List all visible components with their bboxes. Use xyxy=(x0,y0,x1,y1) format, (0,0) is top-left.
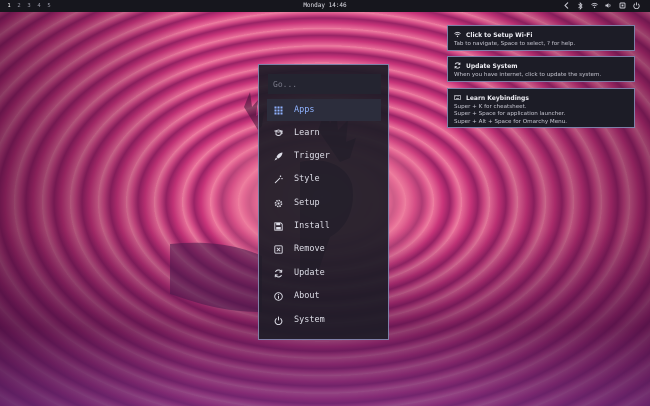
wifi-icon xyxy=(454,31,461,41)
menu-item-system[interactable]: System xyxy=(267,309,381,331)
menu-item-about[interactable]: About xyxy=(267,285,381,307)
menu-item-style[interactable]: Style xyxy=(267,168,381,190)
menu-item-label: Remove xyxy=(294,244,325,254)
menu-item-learn[interactable]: Learn xyxy=(267,122,381,144)
menu-item-label: Trigger xyxy=(294,151,330,161)
keyboard-icon xyxy=(454,94,461,104)
rocket-icon xyxy=(274,152,283,161)
refresh-icon xyxy=(454,62,461,72)
clock[interactable]: Monday 14:46 xyxy=(0,2,650,9)
notification-title: Update System xyxy=(466,63,518,70)
menu-item-install[interactable]: Install xyxy=(267,215,381,237)
menu-item-label: Apps xyxy=(294,105,315,115)
top-bar: 1 2 3 4 5 Monday 14:46 xyxy=(0,0,650,12)
menu-item-label: Install xyxy=(294,221,330,231)
bluetooth-icon[interactable] xyxy=(577,1,584,10)
menu-item-label: System xyxy=(294,315,325,325)
menu-item-update[interactable]: Update xyxy=(267,262,381,284)
wifi-icon[interactable] xyxy=(591,1,598,10)
notification-title: Click to Setup Wi-Fi xyxy=(466,32,533,39)
notification-wifi[interactable]: Click to Setup Wi-Fi Tab to navigate, Sp… xyxy=(447,25,635,51)
menu-search-input[interactable] xyxy=(268,74,381,94)
notification-body: Tab to navigate, Space to select, ? for … xyxy=(454,40,576,47)
notification-body-line: Super + K for cheatsheet. xyxy=(454,103,527,110)
menu-item-trigger[interactable]: Trigger xyxy=(267,145,381,167)
omarchy-menu: Apps Learn Trigger Style Setup Install xyxy=(258,64,389,340)
menu-item-label: Learn xyxy=(294,128,320,138)
menu-item-label: Update xyxy=(294,268,325,278)
system-tray xyxy=(563,1,640,10)
power-icon xyxy=(274,316,283,325)
menu-item-setup[interactable]: Setup xyxy=(267,192,381,214)
notification-body-line: Super + Space for application launcher. xyxy=(454,111,566,118)
notification-body-line: Super + Alt + Space for Omarchy Menu. xyxy=(454,118,568,125)
info-icon xyxy=(274,291,283,301)
notification-title: Learn Keybindings xyxy=(466,95,529,102)
floppy-icon xyxy=(274,221,283,231)
chevron-left-icon[interactable] xyxy=(563,1,570,10)
notification-body: When you have internet, click to update … xyxy=(454,71,602,78)
menu-item-apps[interactable]: Apps xyxy=(267,99,381,121)
volume-icon[interactable] xyxy=(605,1,612,10)
cpu-icon[interactable] xyxy=(619,1,626,10)
learn-icon xyxy=(274,129,283,138)
power-icon[interactable] xyxy=(633,1,640,10)
gear-icon xyxy=(274,199,283,208)
menu-item-label: Style xyxy=(294,174,320,184)
notification-update-system[interactable]: Update System When you have internet, cl… xyxy=(447,56,635,82)
remove-icon xyxy=(274,244,283,254)
refresh-icon xyxy=(274,269,283,278)
menu-item-label: About xyxy=(294,291,320,301)
menu-item-remove[interactable]: Remove xyxy=(267,238,381,260)
notification-learn-keybindings[interactable]: Learn Keybindings Super + K for cheatshe… xyxy=(447,88,635,128)
grid-icon xyxy=(274,106,283,115)
wand-icon xyxy=(274,175,283,184)
menu-item-label: Setup xyxy=(294,198,320,208)
